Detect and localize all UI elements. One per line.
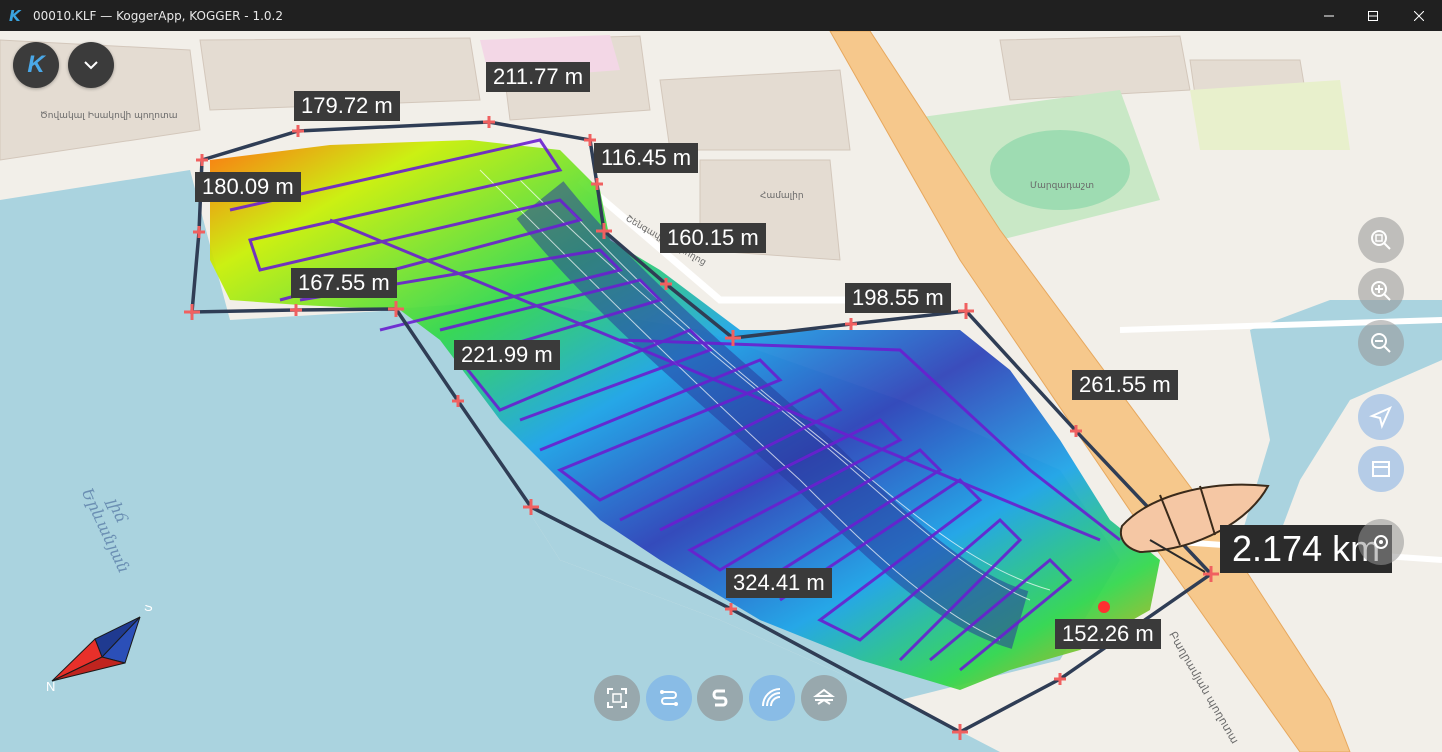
segment-distance-label: 152.26 m xyxy=(1055,619,1161,649)
school-area xyxy=(1190,80,1350,150)
app-logo-icon: K xyxy=(9,6,21,25)
map-canvas xyxy=(0,31,1442,752)
segment-distance-label: 116.45 m xyxy=(594,143,699,173)
navigate-button[interactable] xyxy=(1358,394,1404,440)
app-logo-button[interactable]: K xyxy=(13,42,59,88)
layers-icon xyxy=(1372,461,1390,477)
boat-toggle-button[interactable] xyxy=(801,675,847,721)
minimize-button-alt[interactable] xyxy=(1306,0,1352,31)
segment-distance-label: 211.77 m xyxy=(486,62,591,92)
boat-icon xyxy=(813,688,835,705)
contour-toggle-button[interactable] xyxy=(749,675,795,721)
frame-view-button[interactable] xyxy=(594,675,640,721)
contour-icon xyxy=(762,688,781,707)
menu-dropdown-button[interactable] xyxy=(68,42,114,88)
zoom-out-icon xyxy=(1371,333,1391,353)
surface-toggle-button[interactable] xyxy=(697,675,743,721)
settings-icon xyxy=(1374,535,1388,549)
close-icon xyxy=(1414,10,1424,21)
segment-distance-label: 179.72 m xyxy=(294,91,400,121)
minimize-icon xyxy=(1324,15,1334,16)
maximize-icon xyxy=(1368,10,1378,21)
maximize-button[interactable] xyxy=(1350,0,1396,31)
stadium-field xyxy=(990,130,1130,210)
segment-distance-label: 180.09 m xyxy=(195,172,301,202)
zoom-in-icon xyxy=(1371,281,1391,301)
map-poi-label: Համալիր xyxy=(760,191,804,201)
kogger-logo-icon: K xyxy=(27,51,45,78)
track-toggle-button[interactable] xyxy=(646,675,692,721)
map-poi-label: Մարզադաշտ xyxy=(1030,181,1095,191)
segment-distance-label: 198.55 m xyxy=(845,283,951,313)
compass-widget: S N xyxy=(46,605,153,694)
close-button[interactable] xyxy=(1396,0,1442,31)
segment-distance-label: 160.15 m xyxy=(660,223,766,253)
compass-north-label: N xyxy=(46,679,55,694)
compass-south-label: S xyxy=(144,605,153,614)
zoom-in-button[interactable] xyxy=(1358,268,1404,314)
frame-icon xyxy=(607,688,627,708)
surface-icon xyxy=(712,689,728,707)
map-view[interactable]: Ծովակալ Իսակովի պողոտա Շենգավիթի փողոց Բ… xyxy=(0,31,1442,752)
segment-distance-label: 167.55 m xyxy=(291,268,397,298)
segment-distance-label: 324.41 m xyxy=(726,568,832,598)
zoom-fit-icon xyxy=(1371,230,1391,250)
zoom-fit-button[interactable] xyxy=(1358,217,1404,263)
navigate-icon xyxy=(1369,406,1392,429)
chevron-down-icon xyxy=(84,61,98,70)
window-titlebar: K 00010.KLF — KoggerApp, KOGGER - 1.0.2 xyxy=(0,0,1442,31)
layers-button[interactable] xyxy=(1358,446,1404,492)
zoom-out-button[interactable] xyxy=(1358,320,1404,366)
segment-distance-label: 221.99 m xyxy=(454,340,560,370)
track-icon xyxy=(660,690,678,706)
map-street-label: Ծովակալ Իսակովի պողոտա xyxy=(40,111,178,121)
window-title: 00010.KLF — KoggerApp, KOGGER - 1.0.2 xyxy=(33,8,283,23)
segment-distance-label: 261.55 m xyxy=(1072,370,1178,400)
settings-button[interactable] xyxy=(1358,519,1404,565)
